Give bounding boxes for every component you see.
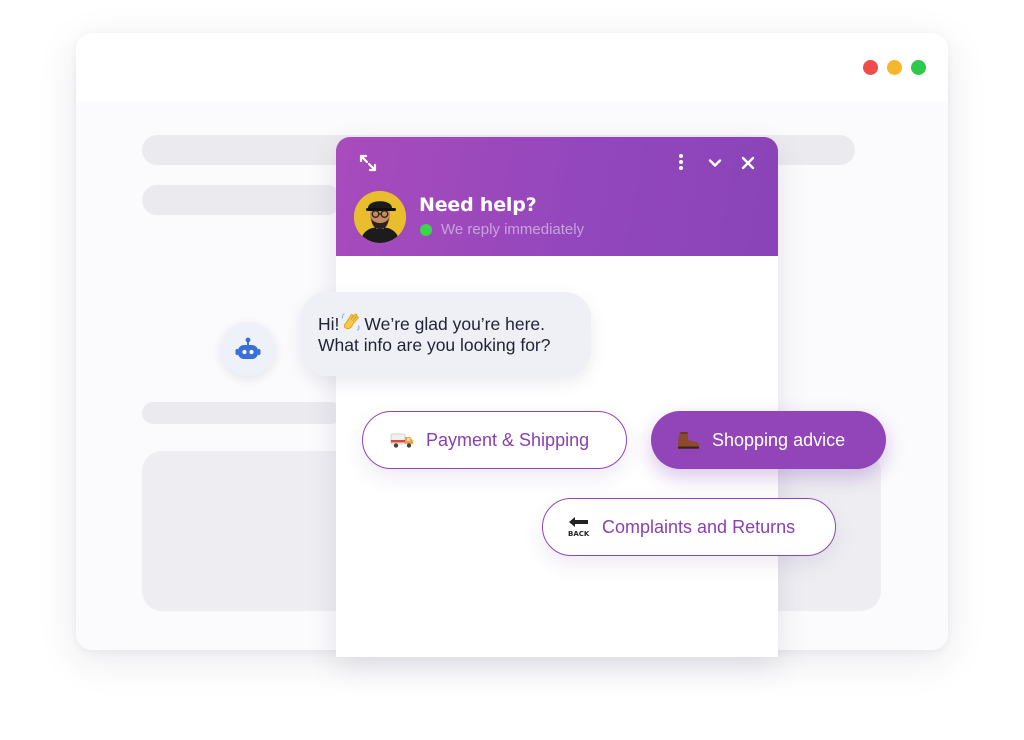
option-label: Shopping advice bbox=[712, 429, 846, 450]
message-line-1: Hi! We’re glad you’re here. bbox=[318, 312, 545, 337]
expand-icon[interactable] bbox=[356, 151, 380, 175]
chat-status: We reply immediately bbox=[441, 221, 585, 238]
message-text: We’re glad you’re here. bbox=[364, 314, 545, 334]
close-window-icon[interactable] bbox=[863, 60, 878, 75]
bot-avatar bbox=[221, 322, 275, 376]
robot-icon bbox=[235, 337, 261, 359]
maximize-window-icon[interactable] bbox=[911, 60, 926, 75]
message-line-2: What info are you looking for? bbox=[318, 335, 551, 355]
delivery-truck-icon bbox=[390, 431, 414, 449]
back-arrow-icon: BACK bbox=[566, 515, 592, 539]
placeholder-bar bbox=[142, 402, 342, 424]
minimize-window-icon[interactable] bbox=[887, 60, 902, 75]
chevron-down-icon[interactable] bbox=[704, 152, 726, 174]
option-payment-shipping-button[interactable]: Payment & Shipping bbox=[362, 411, 627, 469]
placeholder-bar bbox=[142, 185, 342, 215]
agent-avatar bbox=[354, 191, 406, 243]
browser-titlebar bbox=[76, 33, 948, 101]
wave-emoji-icon bbox=[341, 312, 361, 337]
chat-title: Need help? bbox=[419, 194, 537, 216]
option-label: Payment & Shipping bbox=[426, 429, 590, 450]
option-label: Complaints and Returns bbox=[602, 516, 796, 537]
close-icon[interactable] bbox=[737, 152, 759, 174]
message-greeting: Hi! bbox=[318, 314, 340, 334]
bot-message-bubble: Hi! We’re glad you’re here. What info ar… bbox=[301, 292, 591, 376]
more-vertical-icon[interactable] bbox=[673, 151, 689, 173]
option-complaints-returns-button[interactable]: BACK Complaints and Returns bbox=[542, 498, 836, 556]
online-status-dot bbox=[420, 224, 432, 236]
option-shopping-advice-button[interactable]: Shopping advice bbox=[651, 411, 886, 469]
chat-header: Need help? We reply immediately bbox=[336, 137, 778, 256]
window-controls bbox=[863, 60, 926, 75]
svg-text:BACK: BACK bbox=[568, 530, 590, 538]
chat-widget: Need help? We reply immediately bbox=[336, 137, 778, 657]
boot-icon bbox=[676, 430, 700, 450]
